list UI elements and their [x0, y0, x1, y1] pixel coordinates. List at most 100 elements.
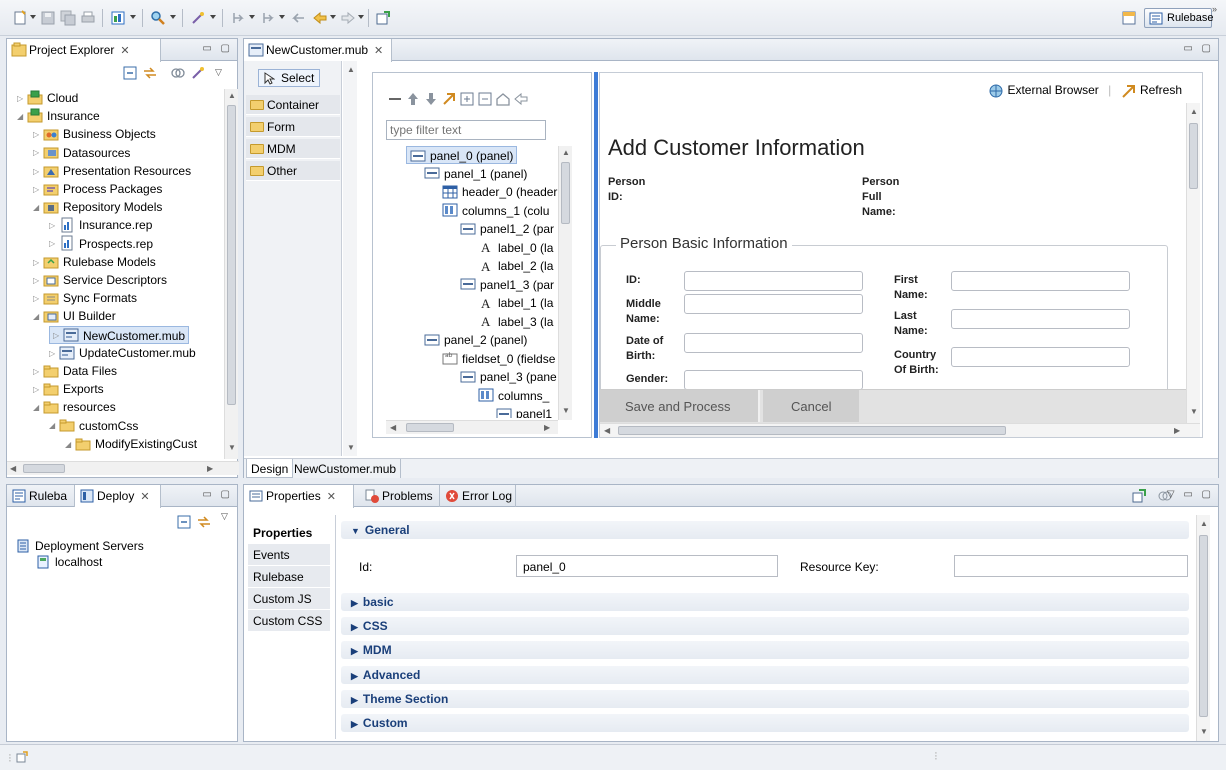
tree-item[interactable]: ◢ customCss [49, 417, 138, 435]
properties-side-tab[interactable]: Properties [248, 522, 330, 544]
tree-item[interactable]: columns_1 (colu [442, 202, 549, 220]
close-icon[interactable]: ✕ [140, 491, 149, 503]
close-icon[interactable]: ✕ [374, 45, 383, 57]
collapsed-icon[interactable]: ▷ [33, 126, 43, 144]
country-input[interactable] [951, 347, 1130, 367]
link-editor-icon[interactable] [143, 66, 157, 80]
palette-select-tool[interactable]: Select [258, 69, 320, 87]
section-header[interactable]: ▶ Custom [341, 714, 1189, 732]
save-icon[interactable] [40, 10, 56, 26]
section-general[interactable]: ▼ General [341, 521, 1189, 539]
tab-deploy[interactable]: Deploy ✕ [75, 485, 161, 508]
tree-item[interactable]: header_0 (header [442, 183, 557, 201]
properties-side-tab[interactable]: Events [248, 544, 330, 566]
expand-icon[interactable]: ◢ [65, 436, 75, 453]
link-editor-icon[interactable] [197, 515, 211, 529]
collapse-all-icon[interactable] [177, 515, 191, 529]
refresh-button[interactable]: Refresh [1140, 83, 1182, 97]
collapsed-icon[interactable]: ▷ [33, 181, 43, 199]
open-perspective-icon[interactable] [375, 10, 391, 26]
view-minmax-icon[interactable]: ▭ ▢ [202, 489, 233, 500]
gender-input[interactable] [684, 370, 863, 390]
tree-item-localhost[interactable]: localhost [35, 553, 102, 571]
tree-item[interactable]: ◢ Repository Models [33, 198, 162, 216]
collapse-all-icon[interactable] [123, 66, 137, 80]
tree-item[interactable]: Alabel_1 (la [478, 294, 553, 312]
tree-item[interactable]: ▷ Presentation Resources [33, 162, 191, 180]
tree-item[interactable]: ▷ Process Packages [33, 180, 162, 198]
id-input[interactable] [684, 271, 863, 291]
wand-icon[interactable] [191, 66, 205, 80]
resource-key-field[interactable] [954, 555, 1188, 577]
cancel-button[interactable]: Cancel [763, 390, 859, 422]
tree-item[interactable]: ▷ UpdateCustomer.mub [49, 344, 196, 362]
rulebase-perspective-button[interactable]: Rulebase [1144, 8, 1213, 28]
explorer-vscroll[interactable]: ▲ ▼ [224, 89, 238, 459]
expand-icon[interactable]: ◢ [33, 199, 43, 217]
print-icon[interactable] [80, 10, 96, 26]
tree-item[interactable]: ▷ Prospects.rep [49, 235, 153, 253]
tree-item[interactable]: panel_0 (panel) [406, 146, 518, 164]
properties-vscroll[interactable]: ▲ ▼ [1196, 515, 1210, 741]
collapsed-icon[interactable]: ▷ [33, 163, 43, 181]
move-up-icon[interactable] [406, 92, 420, 106]
tree-item[interactable]: panel_1 (panel) [424, 165, 527, 183]
palette-drawer[interactable]: MDM [246, 139, 340, 159]
id-field[interactable]: panel_0 [516, 555, 778, 577]
tree-item[interactable]: ▷ Cloud [17, 89, 78, 107]
save-and-process-button[interactable]: Save and Process [600, 390, 760, 422]
tree-item[interactable]: panel1_3 (par [460, 276, 554, 294]
tree-item[interactable]: ▷ Business Objects [33, 125, 156, 143]
last-edit-icon[interactable] [290, 10, 306, 26]
search-tool-icon[interactable] [150, 10, 166, 26]
collapsed-icon[interactable]: ▷ [53, 327, 63, 345]
new-icon[interactable] [12, 10, 28, 26]
tab-error-log[interactable]: Error Log [440, 485, 516, 507]
first-name-input[interactable] [951, 271, 1130, 291]
collapsed-icon[interactable]: ▷ [33, 254, 43, 272]
tab-source[interactable]: NewCustomer.mub [292, 459, 402, 478]
tree-item[interactable]: panel1_2 (par [460, 220, 554, 238]
palette-drawer[interactable]: Container [246, 95, 340, 115]
expand-all-icon[interactable] [460, 92, 474, 106]
tab-project-explorer[interactable]: Project Explorer ✕ [7, 39, 161, 62]
view-minmax-icon[interactable]: ▽ ▭ ▢ [1167, 489, 1214, 500]
view-minmax-icon[interactable]: ▭ ▢ [1183, 43, 1214, 54]
section-header[interactable]: ▶ Advanced [341, 665, 1189, 684]
tree-item[interactable]: ▷ Rulebase Models [33, 253, 156, 271]
home-icon[interactable] [496, 92, 510, 106]
fast-view-icon[interactable] [16, 751, 28, 763]
next-annotation-icon[interactable] [230, 10, 246, 26]
preview-hscroll[interactable]: ◀ ▶ [600, 423, 1200, 437]
back-arrow-icon[interactable] [514, 92, 528, 106]
forward-icon[interactable] [340, 10, 356, 26]
move-down-icon[interactable] [424, 92, 438, 106]
tree-item[interactable]: ▷ Datasources [33, 144, 130, 162]
filter-icon[interactable] [171, 66, 185, 80]
tree-item[interactable]: panel1 [496, 405, 552, 418]
back-icon[interactable] [312, 10, 328, 26]
rulebase-tool-icon[interactable] [110, 10, 126, 26]
collapsed-icon[interactable]: ▷ [49, 217, 59, 235]
open-perspective-button[interactable] [1122, 11, 1136, 25]
collapsed-icon[interactable]: ▷ [49, 345, 59, 363]
new-dropdown-icon[interactable] [30, 15, 36, 19]
tree-item[interactable]: columns_ [478, 387, 549, 405]
section-header[interactable]: ▶ CSS [341, 617, 1189, 636]
view-menu-icon[interactable]: ▽ [221, 511, 228, 522]
tab-problems[interactable]: Problems [360, 485, 440, 507]
refresh-tree-icon[interactable] [442, 92, 456, 106]
tree-item[interactable]: ◢ UI Builder [33, 307, 116, 325]
tree-item[interactable]: ▷ NewCustomer.mub [49, 325, 190, 345]
collapsed-icon[interactable]: ▷ [49, 235, 59, 253]
tree-item[interactable]: ab fieldset_0 (fieldse [442, 350, 555, 368]
view-menu-icon[interactable]: ▽ [215, 67, 222, 78]
tab-design[interactable]: Design [246, 459, 294, 478]
tree-item[interactable]: panel_3 (pane [460, 368, 557, 386]
collapsed-icon[interactable]: ▷ [33, 144, 43, 162]
close-icon[interactable]: ✕ [327, 491, 336, 503]
preview-divider[interactable] [594, 72, 598, 438]
tree-item[interactable]: ◢ Insurance [17, 107, 100, 125]
properties-side-tab[interactable]: Rulebase [248, 566, 330, 588]
collapse-all-icon[interactable] [478, 92, 492, 106]
